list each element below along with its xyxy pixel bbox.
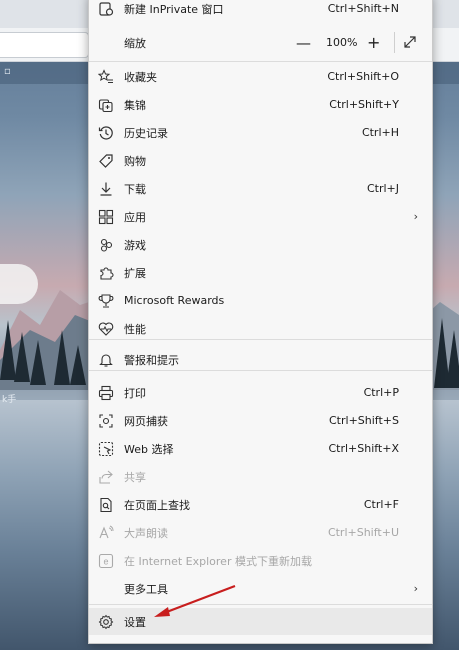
menu-item-downloads[interactable]: 下载 Ctrl+J [89,175,432,202]
menu-item-web-capture[interactable]: 网页捕获 Ctrl+Shift+S [89,407,432,434]
web-select-icon [98,441,114,457]
menu-item-extensions[interactable]: 扩展 [89,259,432,286]
menu-item-performance[interactable]: 性能 [89,315,432,342]
inprivate-window-icon [98,1,114,17]
tree [70,345,86,385]
printer-icon [98,385,114,401]
puzzle-icon [98,265,114,281]
menu-item-share: 共享 [89,463,432,490]
chevron-right-icon: › [413,582,418,595]
menu-separator [89,604,432,605]
bell-icon [98,352,114,368]
menu-item-more-tools[interactable]: 更多工具 › [89,575,432,602]
chevron-right-icon: › [413,210,418,223]
gear-icon [98,614,114,630]
menu-separator [89,339,432,340]
menu-item-history[interactable]: 历史记录 Ctrl+H [89,119,432,146]
menu-item-reload-ie-mode: e 在 Internet Explorer 模式下重新加载 [89,547,432,574]
tree [14,332,30,382]
menu-item-alerts-and-tips[interactable]: 警报和提示 [89,346,432,373]
browser-settings-menu: 新建 InPrivate 窗口 Ctrl+Shift+N 缩放 — 100% +… [88,0,433,644]
star-list-icon [98,68,114,85]
zoom-out-button[interactable]: — [296,34,311,52]
menu-item-new-inprivate-window[interactable]: 新建 InPrivate 窗口 Ctrl+Shift+N [89,0,432,22]
apps-icon [98,209,114,225]
menu-item-shopping[interactable]: 购物 [89,147,432,174]
menu-item-web-select[interactable]: Web 选择 Ctrl+Shift+X [89,435,432,462]
svg-text:e: e [103,556,108,566]
heart-pulse-icon [98,321,114,337]
zoom-level: 100% [326,36,358,49]
game-icon [98,237,114,253]
menu-item-games[interactable]: 游戏 [89,231,432,258]
capture-icon [98,413,114,429]
menu-item-collections[interactable]: 集锦 Ctrl+Shift+Y [89,91,432,118]
menu-item-apps[interactable]: 应用 › [89,203,432,230]
history-icon [98,125,114,141]
collections-icon [98,97,114,113]
menu-item-favorites[interactable]: 收藏夹 Ctrl+Shift+O [89,63,432,90]
menu-item-settings[interactable]: 设置 [89,608,432,635]
read-aloud-icon [98,525,114,541]
download-icon [98,181,114,197]
trophy-icon [98,293,114,309]
fullscreen-icon[interactable] [402,34,418,50]
zoom-divider [394,32,395,53]
find-icon [98,497,114,513]
zoom-in-button[interactable]: + [367,33,380,52]
address-field[interactable] [0,32,89,58]
ie-mode-icon: e [98,553,114,569]
background-partial-text: k手 [2,395,17,405]
menu-item-print[interactable]: 打印 Ctrl+P [89,379,432,406]
menu-item-find-on-page[interactable]: 在页面上查找 Ctrl+F [89,491,432,518]
share-icon [98,469,114,485]
menu-separator [89,370,432,371]
menu-separator [89,61,432,62]
menu-item-zoom: 缩放 — 100% + [89,29,432,56]
favorites-bar-dots: ▫ [4,66,11,77]
tree [30,340,46,385]
tag-icon [98,153,114,169]
tree [446,330,459,388]
tree [54,330,70,385]
menu-item-microsoft-rewards[interactable]: Microsoft Rewards [89,287,432,314]
menu-item-read-aloud: 大声朗读 Ctrl+Shift+U [89,519,432,546]
